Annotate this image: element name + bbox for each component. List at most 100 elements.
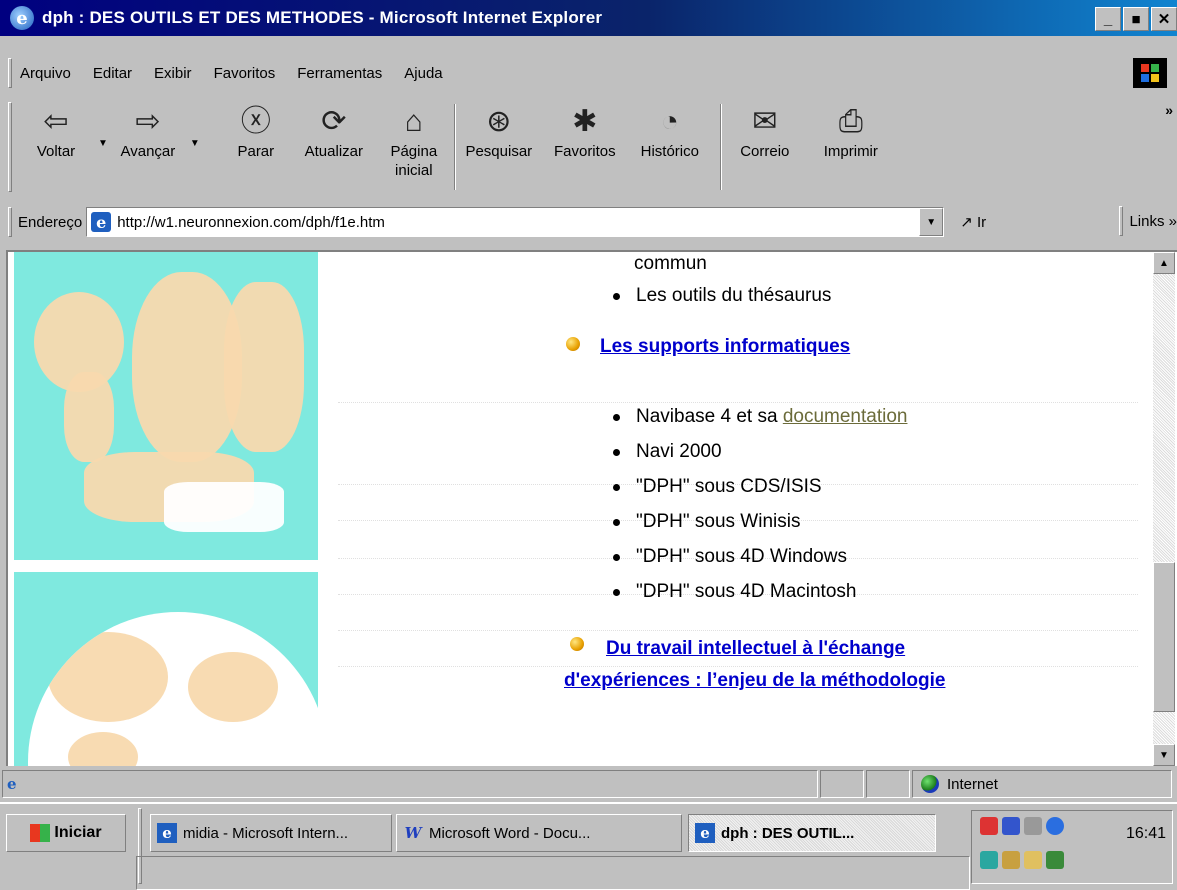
windows-flag-icon [30,824,51,842]
scroll-up-button[interactable]: ▲ [1153,252,1175,274]
word-logo-icon: W [404,824,422,842]
list-item: "DPH" sous 4D Windows [596,539,1146,574]
print-icon: ⎙ [838,105,863,138]
page-viewport: commun Les outils du thésaurus Les suppo… [6,250,1177,766]
ie-logo-icon: e [695,823,715,843]
menu-arquivo[interactable]: Arquivo [20,65,71,82]
address-label: Endereço [18,213,83,231]
address-dropdown-button[interactable]: ▼ [919,208,944,236]
status-bar: e Internet [0,768,1177,800]
taskbar: Iniciar e midia - Microsoft Intern... W … [0,802,1177,890]
globe-image [28,612,318,766]
list-item: Navibase 4 et sa documentation [596,399,1146,434]
minimize-button[interactable]: _ [1095,7,1121,31]
toolbar-grip[interactable] [8,102,12,192]
ie-page-icon: e [91,212,112,232]
network-icon[interactable] [1002,817,1020,835]
refresh-icon: ⟳ [321,105,347,138]
refresh-button[interactable]: ⟳ Atualizar [294,98,374,161]
task-midia[interactable]: e midia - Microsoft Intern... [150,814,392,852]
link-documentation[interactable]: documentation [783,406,908,427]
task-word[interactable]: W Microsoft Word - Docu... [396,814,682,852]
window-title: dph : DES OUTILS ET DES METHODES - Micro… [42,8,603,27]
favorites-icon: ✱ [572,105,598,138]
list-item: Navi 2000 [596,434,1146,469]
links-grip[interactable] [1119,206,1124,236]
orange-bullet-icon [566,337,580,351]
list-item: "DPH" sous 4D Macintosh [596,574,1146,609]
search-icon: ⊛ [486,105,512,138]
display-icon[interactable] [980,851,998,869]
system-tray: 16:41 [971,810,1173,884]
user-icon[interactable] [1002,851,1020,869]
ie-logo-icon: e [10,6,34,30]
menu-ferramentas[interactable]: Ferramentas [297,65,382,82]
page-content: commun Les outils du thésaurus Les suppo… [556,252,1146,697]
globe-icon [921,775,939,793]
address-input[interactable]: e http://w1.neuronnexion.com/dph/f1e.htm… [86,207,945,237]
menu-ajuda[interactable]: Ajuda [404,65,442,82]
back-arrow-icon: ⇦ [43,105,69,138]
list-item: Les outils du thésaurus [596,278,1146,313]
scheduler-icon[interactable] [980,817,998,835]
forward-dropdown-button[interactable]: ▼ [190,138,200,149]
title-bar: e dph : DES OUTILS ET DES METHODES - Mic… [0,0,1177,36]
link-supports-informatiques[interactable]: Les supports informatiques [600,336,850,357]
menu-grip[interactable] [8,58,12,88]
scroll-down-button[interactable]: ▼ [1153,744,1175,766]
volume-icon[interactable] [1024,817,1042,835]
address-grip[interactable] [8,207,12,237]
menu-bar: Arquivo Editar Exibir Favoritos Ferramen… [8,54,1177,92]
address-url[interactable]: http://w1.neuronnexion.com/dph/f1e.htm [117,214,385,231]
go-button[interactable]: ↗ Ir [960,213,986,231]
toolbar-overflow-button[interactable]: » [1165,102,1173,118]
favorites-button[interactable]: ✱ Favoritos [542,98,628,161]
section-heading-supports: Les supports informatiques [556,331,1146,363]
ie-logo-icon: e [157,823,177,843]
history-icon: ◔ [660,105,679,138]
browser-tray-icon[interactable] [1046,817,1064,835]
ie-page-icon: e [7,775,17,793]
status-cell [820,770,864,798]
home-button[interactable]: ⌂ Página inicial [374,98,454,180]
link-travail-intellectuel-2[interactable]: d'expériences : l’enjeu de la méthodolog… [564,670,945,691]
computer-icon[interactable] [1046,851,1064,869]
back-button[interactable]: ⇦ Voltar [26,98,86,161]
back-dropdown-button[interactable]: ▼ [98,138,108,149]
standard-toolbar: ⇦ Voltar ▼ ⇨ Avançar ▼ ⓧ Parar ⟳ Atualiz… [8,98,1177,200]
print-button[interactable]: ⎙ Imprimir [808,98,894,161]
mail-icon: ✉ [752,105,778,138]
links-button[interactable]: Links » [1111,206,1177,236]
menu-favoritos[interactable]: Favoritos [214,65,276,82]
forward-button[interactable]: ⇨ Avançar [108,98,188,161]
taskbar-second-row [136,856,970,890]
stop-icon: ⓧ [240,105,271,138]
section-heading-travail: Du travail intellectuel à l'échange [556,633,1146,665]
list-item-fragment: commun [634,253,707,274]
home-icon: ⌂ [404,105,423,138]
menu-exibir[interactable]: Exibir [154,65,192,82]
orange-bullet-icon [570,637,584,651]
forward-arrow-icon: ⇨ [135,105,161,138]
vertical-scrollbar[interactable]: ▲ ▼ [1153,252,1175,766]
scroll-thumb[interactable] [1153,562,1175,712]
clock[interactable]: 16:41 [1126,825,1166,843]
task-dph[interactable]: e dph : DES OUTIL... [688,814,936,852]
side-illustration [14,252,318,766]
address-bar: Endereço e http://w1.neuronnexion.com/dp… [8,204,1177,240]
link-travail-intellectuel-1[interactable]: Du travail intellectuel à l'échange [606,638,905,659]
mail-button[interactable]: ✉ Correio [722,98,808,161]
tools-icon[interactable] [1024,851,1042,869]
security-zone: Internet [912,770,1172,798]
start-button[interactable]: Iniciar [6,814,126,852]
status-cell [866,770,910,798]
stop-button[interactable]: ⓧ Parar [218,98,294,161]
list-item: "DPH" sous Winisis [596,504,1146,539]
list-item: "DPH" sous CDS/ISIS [596,469,1146,504]
search-button[interactable]: ⊛ Pesquisar [456,98,542,161]
close-button[interactable]: ✕ [1151,7,1177,31]
history-button[interactable]: ◔ Histórico [628,98,712,161]
maximize-button[interactable]: ■ [1123,7,1149,31]
menu-editar[interactable]: Editar [93,65,132,82]
status-text-area: e [2,770,818,798]
